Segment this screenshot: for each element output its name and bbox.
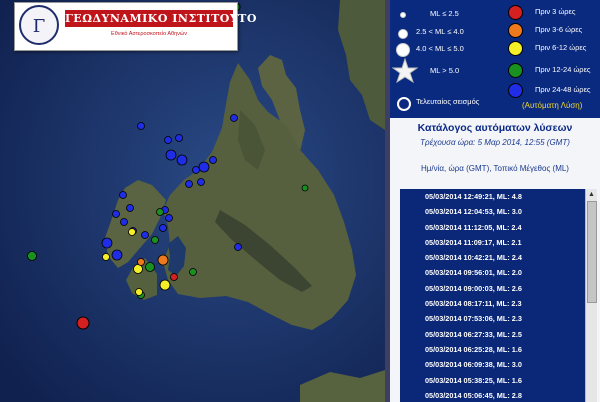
legend-age-2: Πριν 3-6 ώρες bbox=[535, 25, 583, 34]
event-row[interactable]: 05/03/2014 08:17:11, ML: 2.3 bbox=[400, 296, 585, 311]
event-row[interactable]: 05/03/2014 06:25:28, ML: 1.6 bbox=[400, 342, 585, 357]
scroll-up-icon[interactable]: ▲ bbox=[587, 190, 596, 199]
large-white-dot-icon bbox=[396, 43, 410, 57]
event-row[interactable]: 05/03/2014 12:04:53, ML: 3.0 bbox=[400, 204, 585, 219]
seal-icon: Γ bbox=[19, 5, 59, 45]
catalog-panel: Κατάλογος αυτόματων λύσεων Τρέχουσα ώρα:… bbox=[390, 118, 600, 402]
auto-solution-label: (Αυτόματη Λύση) bbox=[522, 101, 583, 110]
current-time: Τρέχουσα ώρα: 5 Μαρ 2014, 12:55 (GMT) bbox=[420, 138, 570, 147]
quake-marker[interactable] bbox=[128, 228, 136, 236]
orange-dot-icon bbox=[508, 23, 523, 38]
quake-marker[interactable] bbox=[164, 136, 172, 144]
map-canvas bbox=[0, 0, 385, 402]
quake-marker[interactable] bbox=[198, 161, 210, 173]
event-row[interactable]: 05/03/2014 06:27:33, ML: 2.5 bbox=[400, 327, 585, 342]
legend-last-quake: Τελευταίος σεισμός bbox=[416, 97, 480, 106]
event-row[interactable]: 05/03/2014 11:09:17, ML: 2.1 bbox=[400, 235, 585, 250]
latest-quake-marker[interactable] bbox=[76, 316, 90, 330]
medium-white-dot-icon bbox=[398, 29, 408, 39]
legend-mag-4: ML > 5.0 bbox=[430, 66, 460, 75]
quake-marker[interactable] bbox=[230, 114, 238, 122]
event-list[interactable]: 05/03/2014 12:49:21, ML: 4.8 05/03/2014 … bbox=[400, 189, 585, 402]
legend-age-4: Πριν 12-24 ώρες bbox=[535, 65, 591, 74]
quake-marker[interactable] bbox=[197, 178, 205, 186]
catalog-title: Κατάλογος αυτόματων λύσεων bbox=[417, 122, 573, 134]
ring-icon bbox=[397, 97, 411, 111]
quake-marker[interactable] bbox=[301, 184, 309, 192]
quake-marker[interactable] bbox=[156, 208, 164, 216]
event-list-scrollbar[interactable]: ▲ bbox=[585, 189, 597, 402]
seismic-map[interactable]: Γ ΓΕΩΔΥΝΑΜΙΚΟ ΙΝΣΤΙΤΟΥΤΟ Εθνικό Αστεροσκ… bbox=[0, 0, 385, 402]
quake-marker[interactable] bbox=[135, 288, 143, 296]
event-row[interactable]: 05/03/2014 05:38:25, ML: 1.6 bbox=[400, 373, 585, 388]
legend-panel: ML ≤ 2.5 2.5 < ML ≤ 4.0 4.0 < ML ≤ 5.0 M… bbox=[390, 0, 600, 118]
quake-marker[interactable] bbox=[192, 166, 200, 174]
event-row[interactable]: 05/03/2014 12:49:21, ML: 4.8 bbox=[400, 189, 585, 204]
quake-marker[interactable] bbox=[157, 254, 169, 266]
quake-marker[interactable] bbox=[151, 236, 159, 244]
quake-marker[interactable] bbox=[111, 249, 123, 261]
quake-marker[interactable] bbox=[165, 214, 173, 222]
event-row[interactable]: 05/03/2014 06:09:38, ML: 3.0 bbox=[400, 357, 585, 372]
event-row[interactable]: 05/03/2014 09:56:01, ML: 2.0 bbox=[400, 265, 585, 280]
quake-marker[interactable] bbox=[112, 210, 120, 218]
blue-dot-icon bbox=[508, 83, 523, 98]
small-white-dot-icon bbox=[400, 12, 406, 18]
legend-mag-2: 2.5 < ML ≤ 4.0 bbox=[416, 27, 464, 36]
quake-marker[interactable] bbox=[209, 156, 217, 164]
green-dot-icon bbox=[508, 63, 523, 78]
quake-marker[interactable] bbox=[126, 204, 134, 212]
quake-marker[interactable] bbox=[102, 253, 110, 261]
legend-mag-1: ML ≤ 2.5 bbox=[430, 9, 459, 18]
quake-marker[interactable] bbox=[137, 122, 145, 130]
quake-marker[interactable] bbox=[165, 149, 177, 161]
red-dot-icon bbox=[508, 5, 523, 20]
quake-marker[interactable] bbox=[119, 191, 127, 199]
quake-marker[interactable] bbox=[175, 134, 183, 142]
quake-marker[interactable] bbox=[159, 279, 171, 291]
quake-marker[interactable] bbox=[120, 218, 128, 226]
yellow-dot-icon bbox=[508, 41, 523, 56]
legend-age-1: Πριν 3 ώρες bbox=[535, 7, 576, 16]
quake-marker[interactable] bbox=[189, 268, 197, 276]
quake-marker[interactable] bbox=[27, 251, 37, 261]
legend-age-3: Πριν 6-12 ώρες bbox=[535, 43, 587, 52]
event-row[interactable]: 05/03/2014 11:12:05, ML: 2.4 bbox=[400, 220, 585, 235]
logo-subtitle: Εθνικό Αστεροσκοπείο Αθηνών bbox=[111, 31, 187, 37]
quake-marker[interactable] bbox=[101, 237, 113, 249]
event-row[interactable]: 05/03/2014 05:06:45, ML: 2.8 bbox=[400, 388, 585, 402]
event-row[interactable]: 05/03/2014 07:53:06, ML: 2.3 bbox=[400, 311, 585, 326]
legend-mag-3: 4.0 < ML ≤ 5.0 bbox=[416, 44, 464, 53]
scroll-thumb[interactable] bbox=[587, 201, 597, 303]
quake-marker[interactable] bbox=[170, 273, 178, 281]
quake-marker[interactable] bbox=[159, 224, 167, 232]
event-row[interactable]: 05/03/2014 10:42:21, ML: 2.4 bbox=[400, 250, 585, 265]
quake-marker[interactable] bbox=[137, 258, 145, 266]
quake-marker[interactable] bbox=[234, 243, 242, 251]
quake-marker[interactable] bbox=[145, 262, 155, 272]
catalog-header: Ημ/νία, ώρα (GMT), Τοπικό Μέγεθος (ML) bbox=[421, 164, 569, 173]
legend-age-5: Πριν 24-48 ώρες bbox=[535, 85, 591, 94]
event-row[interactable]: 05/03/2014 09:00:03, ML: 2.6 bbox=[400, 281, 585, 296]
star-icon bbox=[392, 58, 418, 84]
quake-marker[interactable] bbox=[141, 231, 149, 239]
institute-logo[interactable]: Γ ΓΕΩΔΥΝΑΜΙΚΟ ΙΝΣΤΙΤΟΥΤΟ Εθνικό Αστεροσκ… bbox=[14, 2, 257, 51]
quake-marker[interactable] bbox=[176, 154, 188, 166]
quake-marker[interactable] bbox=[185, 180, 193, 188]
logo-title: ΓΕΩΔΥΝΑΜΙΚΟ ΙΝΣΤΙΤΟΥΤΟ bbox=[65, 10, 257, 27]
